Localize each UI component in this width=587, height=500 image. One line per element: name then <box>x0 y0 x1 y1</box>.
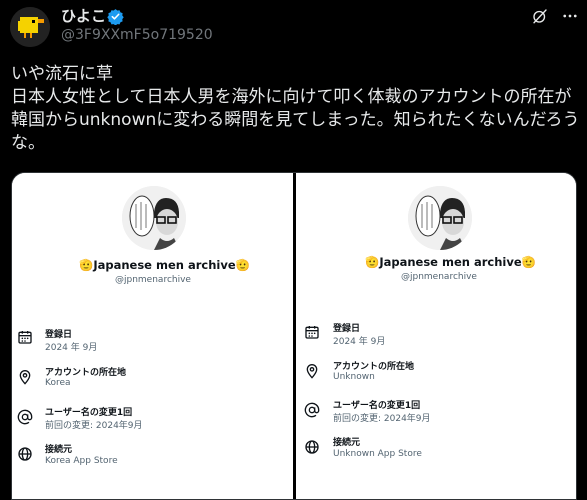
globe-icon <box>305 440 319 454</box>
calendar-icon <box>18 331 32 344</box>
author-avatar[interactable] <box>10 7 50 47</box>
post-media[interactable]: 🫡Japanese men archive🫡 @jpnmenarchive 登録… <box>11 172 577 500</box>
globe-icon <box>18 447 32 461</box>
profile-picture <box>408 186 472 250</box>
joined-label: 登録日 <box>333 324 361 334</box>
grok-icon[interactable] <box>531 7 549 25</box>
chick-avatar-icon <box>10 7 50 47</box>
location-value: Korea <box>45 378 71 388</box>
profile-face-icon <box>408 186 472 250</box>
connected-via-label: 接続元 <box>333 438 361 448</box>
location-label: アカウントの所在地 <box>333 362 415 372</box>
profile-face-icon <box>122 186 186 250</box>
post-text-line: いや流石に草 <box>11 64 113 84</box>
author-name[interactable]: ひよこ <box>61 5 106 26</box>
author-handle[interactable]: @3F9XXmF5o719520 <box>61 27 213 43</box>
post-text-line: 日本人女性として日本人男を海外に向けて叩く体裁のアカウントの所在が <box>11 87 572 107</box>
location-icon <box>306 364 318 379</box>
username-change-label: ユーザー名の変更1回 <box>333 401 421 411</box>
account-handle: @jpnmenarchive <box>115 275 191 285</box>
joined-value: 2024 年 9月 <box>333 337 386 347</box>
connected-via-label: 接続元 <box>45 445 73 455</box>
calendar-icon <box>305 326 319 339</box>
account-name: 🫡Japanese men archive🫡 <box>79 258 250 272</box>
connected-via-value: Korea App Store <box>45 456 118 466</box>
joined-value: 2024 年 9月 <box>45 343 98 353</box>
post-text: いや流石に草 日本人女性として日本人男を海外に向けて叩く体裁のアカウントの所在が… <box>11 63 581 155</box>
post-text-line: な。 <box>11 133 45 153</box>
post-text-line: 韓国からunknownに変わる瞬間を見てしまった。知られたくないんだろう <box>11 110 580 130</box>
connected-via-value: Unknown App Store <box>333 449 422 459</box>
username-change-value: 前回の変更: 2024年9月 <box>333 414 431 424</box>
account-handle: @jpnmenarchive <box>401 272 477 282</box>
verified-badge-icon <box>107 9 124 25</box>
account-name: 🫡Japanese men archive🫡 <box>365 255 536 269</box>
location-value: Unknown <box>333 372 375 382</box>
profile-picture <box>122 186 186 250</box>
at-icon <box>17 409 33 425</box>
post-header: ひよこ @3F9XXmF5o719520 <box>0 0 587 56</box>
username-change-label: ユーザー名の変更1回 <box>45 408 133 418</box>
screenshot-before[interactable]: 🫡Japanese men archive🫡 @jpnmenarchive 登録… <box>12 173 293 499</box>
joined-label: 登録日 <box>45 330 73 340</box>
more-icon[interactable] <box>561 7 579 25</box>
screenshot-after[interactable]: 🫡Japanese men archive🫡 @jpnmenarchive 登録… <box>296 173 576 499</box>
location-label: アカウントの所在地 <box>45 368 127 378</box>
location-icon <box>19 370 31 385</box>
at-icon <box>304 402 320 418</box>
username-change-value: 前回の変更: 2024年9月 <box>45 421 143 431</box>
